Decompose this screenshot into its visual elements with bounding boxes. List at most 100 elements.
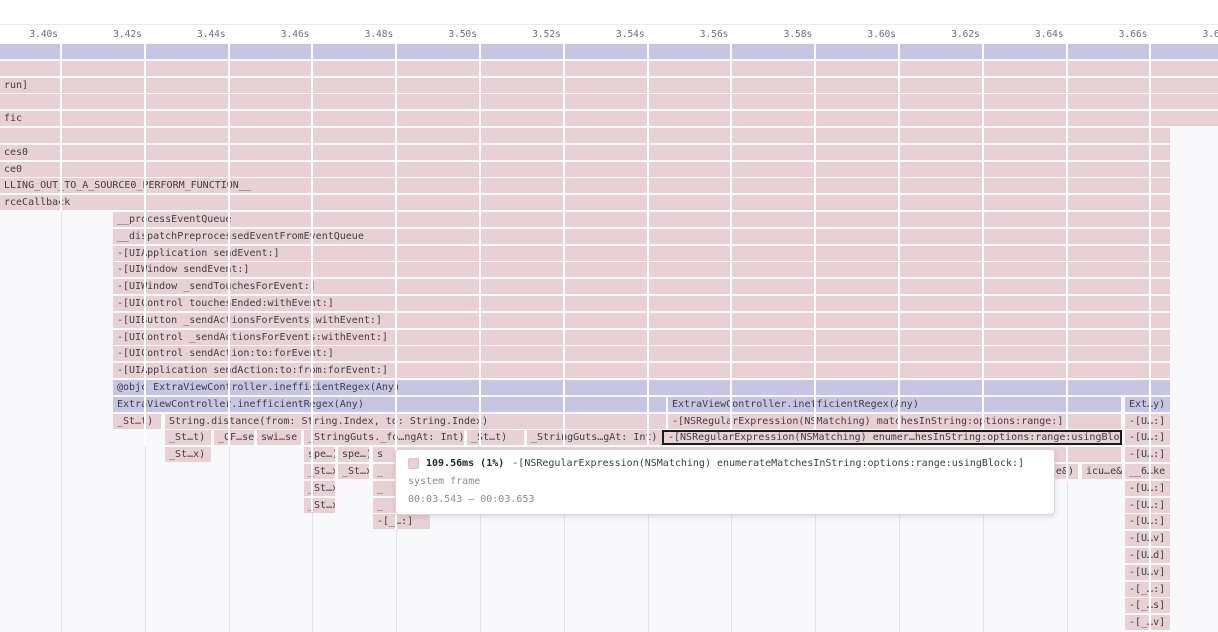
gridline-overlay: [814, 44, 816, 446]
flame-bar[interactable]: swi…se: [257, 430, 301, 445]
flame-bar-label: s: [377, 449, 383, 460]
flame-bar-label: _St…x): [342, 466, 369, 477]
flame-chart-canvas[interactable]: run] fic ces0 ce0 LLING_OUT_TO_A_SOURCE0_PER…: [0, 43, 1218, 632]
flame-bar[interactable]: __processEventQueue: [113, 212, 1170, 227]
flame-bar[interactable]: __dispatchPreprocessedEventFromEventQueu…: [113, 229, 1170, 244]
flame-bar[interactable]: _St…t): [165, 430, 211, 445]
flame-bar-label: _: [377, 483, 383, 494]
ruler-tick-label: 3.42s: [113, 30, 142, 40]
flame-bar[interactable]: _St…x): [304, 498, 335, 513]
flame-bar[interactable]: icu…e&): [1082, 464, 1122, 479]
flame-bar[interactable]: _St…x): [165, 447, 211, 462]
flame-bar[interactable]: -[U…:]: [1125, 498, 1170, 513]
flame-bar[interactable]: -[UIControl touchesEnded:withEvent:]: [113, 296, 1170, 311]
flame-bar-label: -[U…v]: [1129, 567, 1165, 578]
flame-bar[interactable]: -[UIControl _sendActionsForEvents:withEv…: [113, 330, 1170, 345]
flame-bar-label: -[NSRegularExpression(NSMatching) enumer…: [668, 432, 1122, 443]
gridline-overlay: [647, 44, 649, 446]
flame-bar[interactable]: run]: [0, 78, 1218, 93]
flame-bar-label: ces0: [4, 147, 28, 158]
flame-bar[interactable]: _St…x): [338, 464, 369, 479]
flame-bar[interactable]: -[UIButton _sendActionsForEvents:withEve…: [113, 313, 1170, 328]
flame-bar[interactable]: _St…t): [113, 414, 161, 429]
flame-bar[interactable]: LLING_OUT_TO_A_SOURCE0_PERFORM_FUNCTION_…: [0, 178, 1170, 193]
gridline-overlay: [228, 44, 230, 446]
flame-bar[interactable]: ExtraViewController.inefficientRegex(Any…: [668, 397, 1121, 412]
ruler-tick-label: 3.62s: [951, 30, 980, 40]
flame-bar[interactable]: _St…x): [304, 481, 335, 496]
gridline-overlay: [60, 44, 62, 212]
flame-bar-label: ce0: [4, 164, 22, 175]
flame-bar[interactable]: Ext…y): [1125, 397, 1170, 412]
flame-bar-label: -[U…:]: [1129, 516, 1165, 527]
flame-bar[interactable]: -[UIWindow _sendTouchesForEvent:]: [113, 279, 1170, 294]
flame-bar[interactable]: -[_…s]: [1125, 598, 1170, 613]
flame-bar[interactable]: [0, 61, 1218, 76]
flame-bar[interactable]: -[U…:]: [1125, 447, 1170, 462]
ruler-tick-label: 3.66s: [1119, 30, 1148, 40]
flame-bar-label: fic: [4, 113, 22, 124]
flame-bar-label: String.distance(from: String.Index, to: …: [169, 416, 488, 427]
flame-bar-label: -[_…:]: [1129, 584, 1165, 595]
gridline-overlay: [563, 44, 565, 446]
flame-bar-label: -[UIApplication sendEvent:]: [117, 248, 280, 259]
ruler-tick-label: 3.54s: [616, 30, 645, 40]
flame-bar[interactable]: -[UIControl sendAction:to:forEvent:]: [113, 346, 1170, 361]
flame-bar[interactable]: [0, 94, 1218, 109]
flame-bar-label: _: [377, 500, 383, 511]
flame-bar[interactable]: [0, 44, 1218, 59]
gridline-overlay: [144, 44, 146, 446]
flame-bar[interactable]: -[_…v]: [1125, 615, 1170, 630]
flame-bar[interactable]: -[U…:]: [1125, 481, 1170, 496]
flame-bar[interactable]: -[U…:]: [1125, 514, 1170, 529]
flame-bar-label: ExtraViewController.inefficientRegex(Any…: [117, 399, 364, 410]
flame-bar-label: _StringGuts…gAt: Int): [531, 432, 657, 443]
flame-bar[interactable]: -[UIApplication sendEvent:]: [113, 246, 1170, 261]
flame-bar[interactable]: -[U…v]: [1125, 531, 1170, 546]
flame-bar[interactable]: -[UIWindow sendEvent:]: [113, 262, 1170, 277]
gridline-overlay: [1149, 44, 1151, 632]
flame-bar-label: _St…t): [117, 416, 153, 427]
ruler-tick-label: 3.40s: [29, 30, 58, 40]
flame-bar[interactable]: ce0: [0, 162, 1170, 177]
profiler-flame-graph: 3.40s3.42s3.44s3.46s3.48s3.50s3.52s3.54s…: [0, 0, 1218, 632]
flame-bar-label: _CF…se: [218, 432, 254, 443]
flame-bar[interactable]: _StringGuts._fo…ngAt: Int): [304, 430, 464, 445]
flame-bar-label: ExtraViewController.inefficientRegex(Any…: [672, 399, 919, 410]
flame-bar[interactable]: -[UIApplication sendAction:to:from:forEv…: [113, 363, 1170, 378]
ruler-tick-label: 3.60s: [867, 30, 896, 40]
flame-bar[interactable]: String.distance(from: String.Index, to: …: [165, 414, 666, 429]
flame-bar[interactable]: -[U…v]: [1125, 565, 1170, 580]
ruler-tick-label: 3.44s: [197, 30, 226, 40]
flame-bar[interactable]: -[_…:]: [1125, 582, 1170, 597]
flame-bar[interactable]: [0, 128, 1170, 143]
flame-bar[interactable]: rceCallback: [0, 195, 1170, 210]
flame-bar[interactable]: _StringGuts…gAt: Int): [527, 430, 662, 445]
flame-bar[interactable]: -[U…d]: [1125, 548, 1170, 563]
flame-bar[interactable]: spe…)): [338, 447, 369, 462]
ruler-tick-label: 3.58s: [784, 30, 813, 40]
ruler-tick-label: 3.52s: [532, 30, 561, 40]
flame-bar[interactable]: _CF…se: [214, 430, 254, 445]
flame-bar[interactable]: -[U…:]: [1125, 430, 1170, 445]
flame-bar-label: -[UIWindow _sendTouchesForEvent:]: [117, 281, 316, 292]
gridline-overlay: [1066, 44, 1068, 481]
flame-bar-label: -[U…:]: [1129, 449, 1165, 460]
time-ruler[interactable]: 3.40s3.42s3.44s3.46s3.48s3.50s3.52s3.54s…: [0, 25, 1218, 43]
flame-bar[interactable]: _St…t): [467, 430, 524, 445]
flame-bar-label: -[U…:]: [1129, 432, 1165, 443]
flame-bar-label: -[UIButton _sendActionsForEvents:withEve…: [117, 315, 382, 326]
flame-bar[interactable]: ExtraViewController.inefficientRegex(Any…: [113, 397, 666, 412]
flame-bar-label: -[_…s]: [1129, 600, 1165, 611]
flame-bar-label: LLING_OUT_TO_A_SOURCE0_PERFORM_FUNCTION_…: [4, 180, 251, 191]
flame-bar[interactable]: -[_…:]: [373, 514, 430, 529]
flame-bar[interactable]: ces0: [0, 145, 1170, 160]
flame-bar[interactable]: fic: [0, 111, 1218, 126]
selected-flame-bar[interactable]: -[NSRegularExpression(NSMatching) enumer…: [662, 430, 1122, 445]
flame-bar[interactable]: __6…ke: [1125, 464, 1170, 479]
flame-bar[interactable]: -[U…:]: [1125, 414, 1170, 429]
flame-bar[interactable]: _St…x): [304, 464, 335, 479]
flame-bar[interactable]: -[NSRegularExpression(NSMatching) matche…: [668, 414, 1121, 429]
flame-bar[interactable]: @objc ExtraViewController.inefficientReg…: [113, 380, 1170, 395]
flame-bar[interactable]: spe…)): [304, 447, 335, 462]
